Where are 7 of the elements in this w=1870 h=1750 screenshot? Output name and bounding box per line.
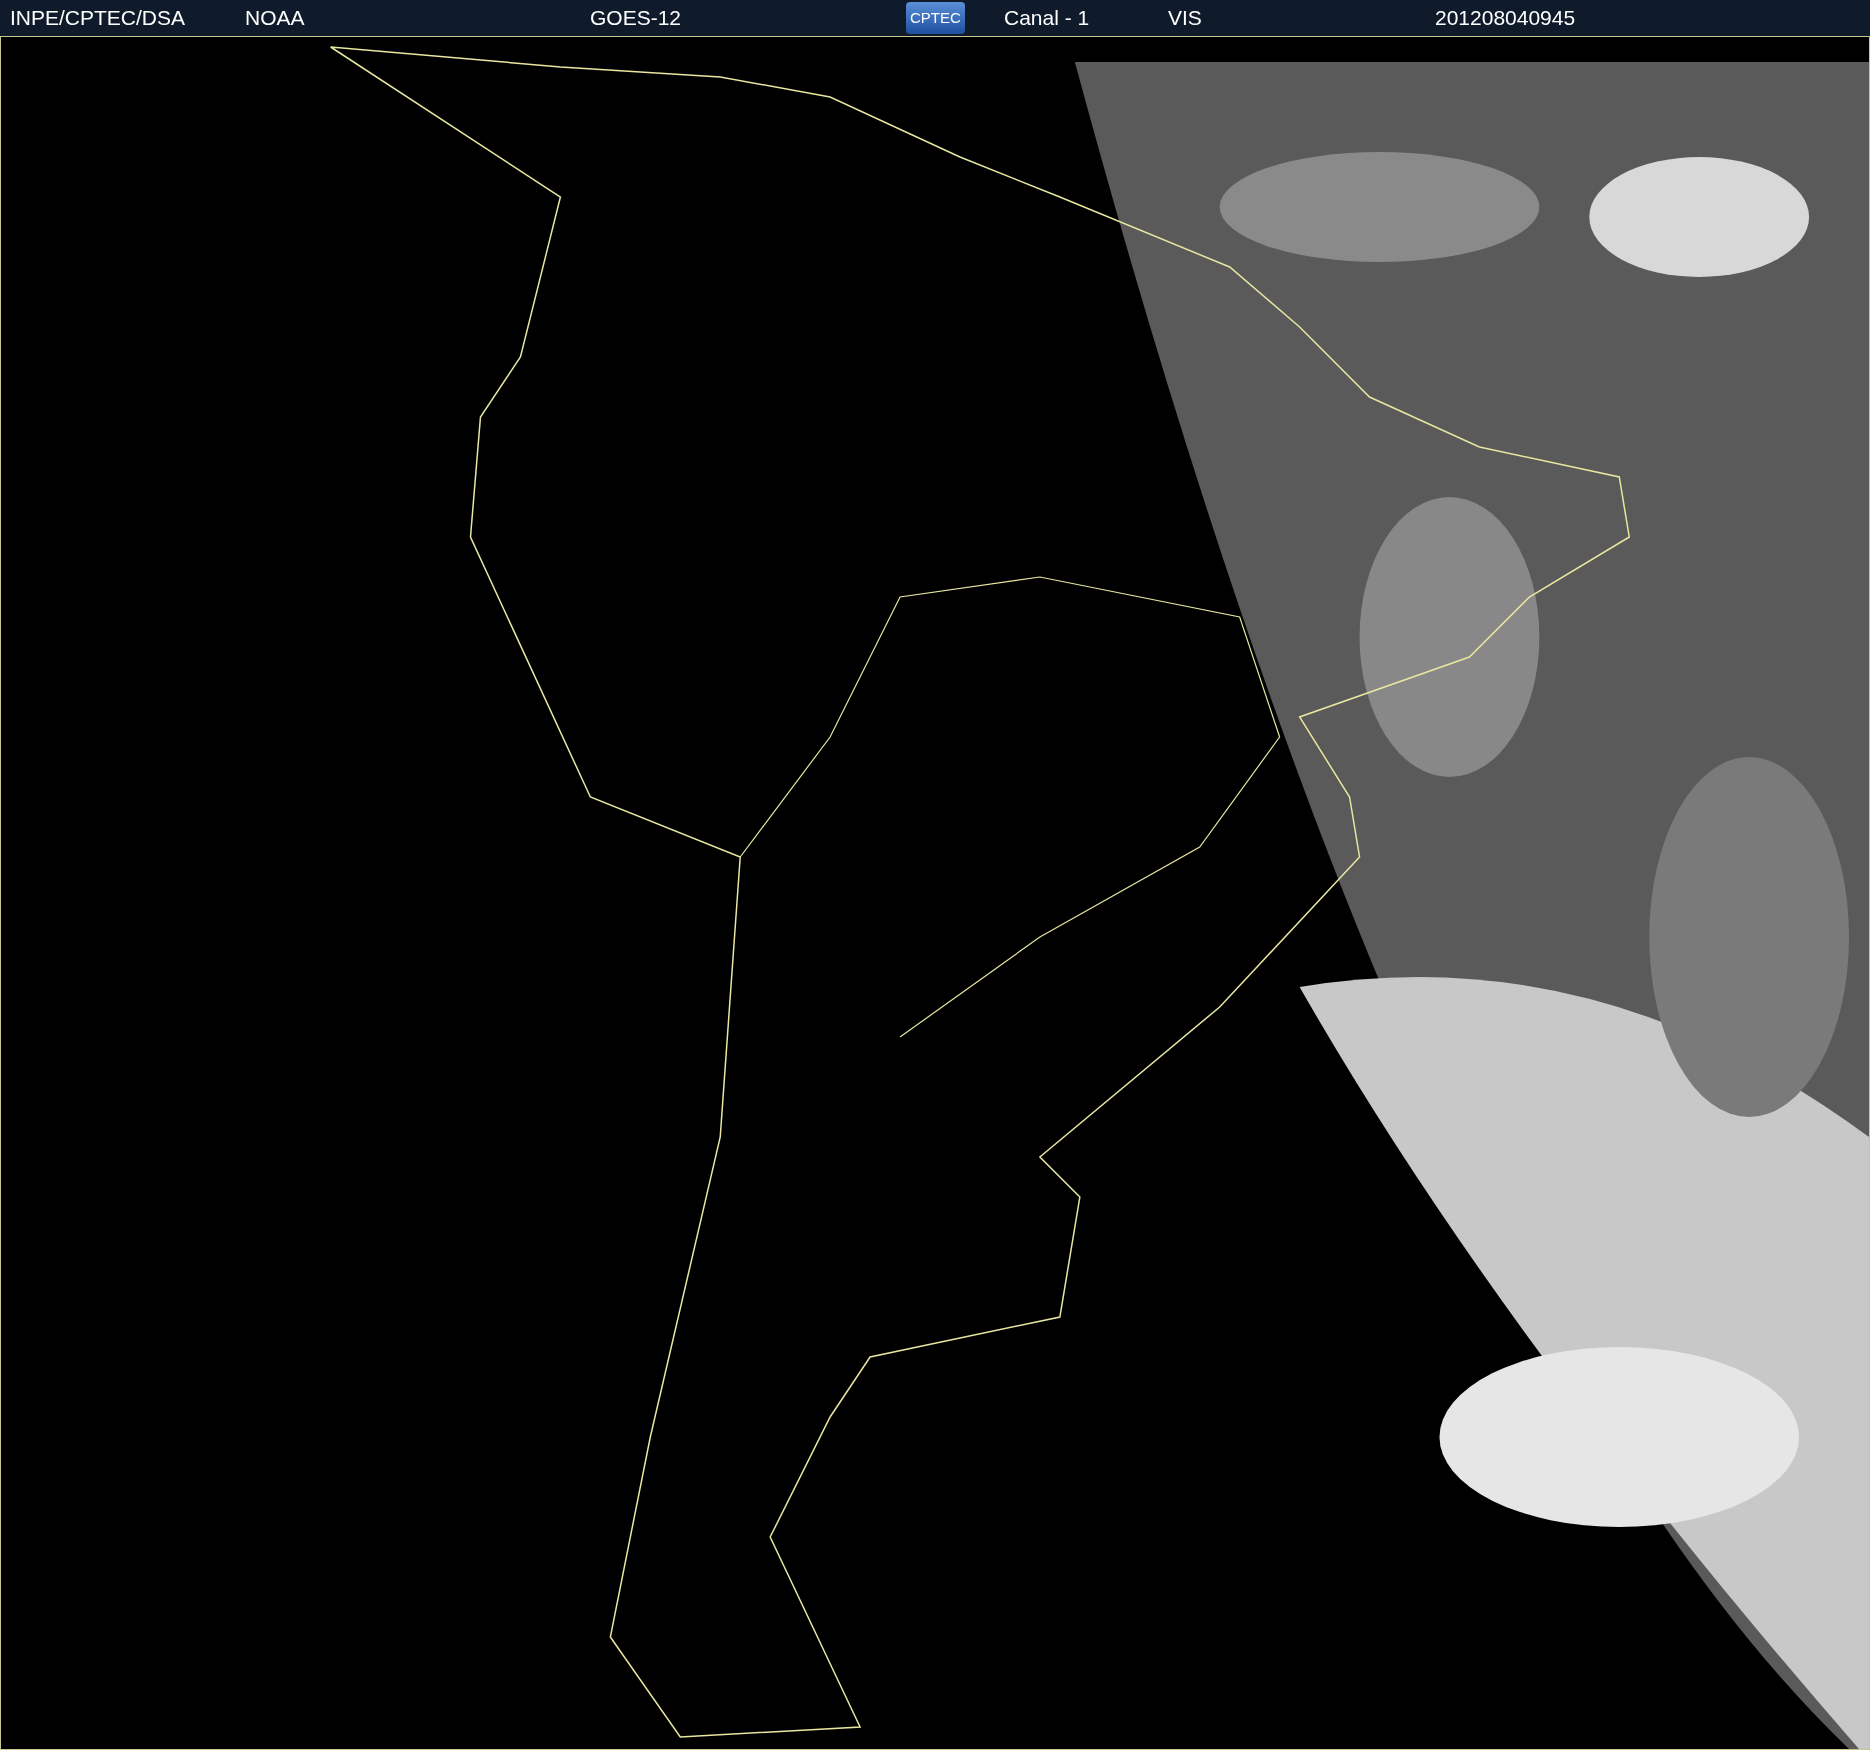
timestamp-label: 201208040945 bbox=[1434, 6, 1577, 30]
band-label: VIS bbox=[1167, 6, 1203, 30]
channel-label: Canal - 1 bbox=[1003, 6, 1088, 30]
source-label: INPE/CPTEC/DSA bbox=[10, 6, 187, 30]
logo: CPTEC bbox=[906, 2, 965, 34]
agency-label: NOAA bbox=[244, 6, 306, 30]
satellite-label: GOES-12 bbox=[590, 6, 683, 30]
